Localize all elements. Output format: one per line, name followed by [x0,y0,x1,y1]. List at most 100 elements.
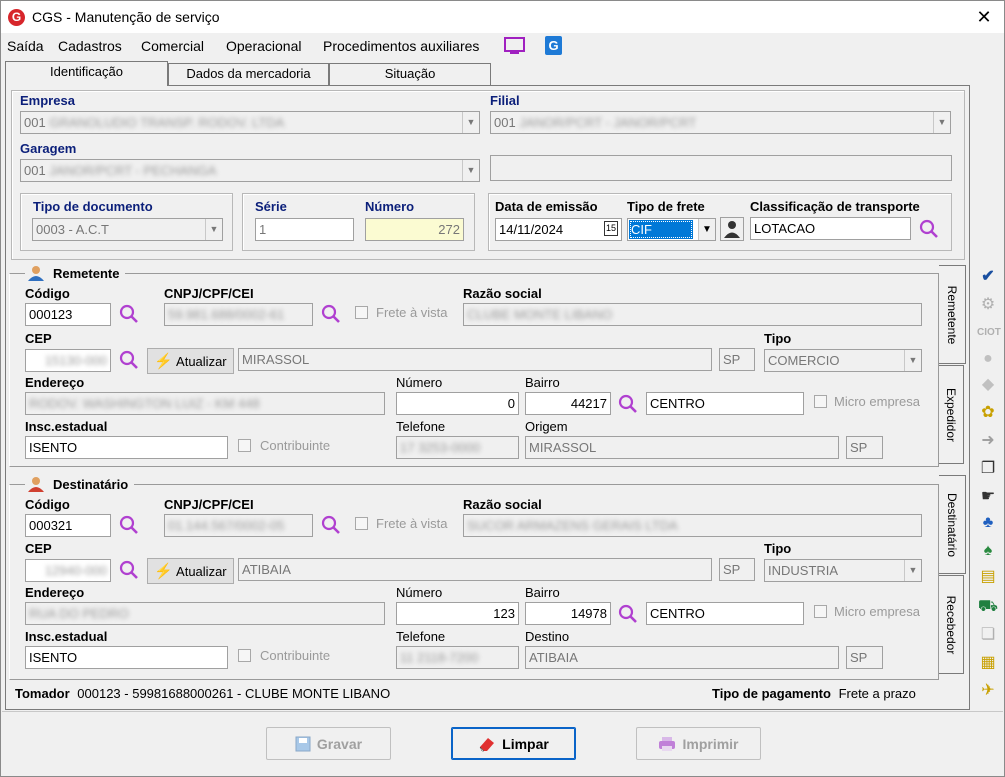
empresa-combo[interactable]: 001 GRANOLUDIO TRANSP. RODOV. LTDA ▼ [20,111,480,134]
menu-operacional[interactable]: Operacional [226,38,302,54]
team-icon[interactable]: ♣ [977,513,999,533]
rem-frete-vista-checkbox[interactable] [355,306,368,319]
rem-codigo-input[interactable]: 000123 [25,303,111,326]
imprimir-button[interactable]: Imprimir [636,727,761,760]
dest-frete-vista-checkbox[interactable] [355,517,368,530]
limpar-button[interactable]: Limpar [451,727,576,760]
ciot-icon[interactable]: CIOT [977,323,1001,343]
search-icon[interactable] [119,304,139,324]
tipo-documento-combo[interactable]: 0003 - A.C.T ▼ [32,218,223,241]
dest-codigo-input[interactable]: 000321 [25,514,111,537]
garagem-value: 001 [24,163,46,178]
calendar-icon[interactable]: 15 [603,221,618,236]
data-emissao-input[interactable]: 14/11/2024 15 [495,218,622,241]
serie-input[interactable]: 1 [255,218,354,241]
search-icon[interactable] [321,515,341,535]
menu-procedimentos[interactable]: Procedimentos auxiliares [323,38,479,54]
search-icon[interactable] [919,219,939,239]
dest-contribuinte-label: Contribuinte [260,648,331,663]
dest-contribuinte-checkbox[interactable] [238,649,251,662]
book-icon[interactable]: ❏ [977,625,999,645]
rem-insc-input[interactable]: ISENTO [25,436,228,459]
tab-dados-mercadoria[interactable]: Dados da mercadoria [168,63,329,85]
rem-endereco-input[interactable]: RODOV. WASHINGTON LUIZ - KM 448 [25,392,385,415]
search-icon[interactable] [618,604,638,624]
rem-micro-empresa-label: Micro empresa [834,394,920,409]
tomador-row: Tomador 000123 - 59981688000261 - CLUBE … [15,686,390,701]
dest-micro-empresa-checkbox[interactable] [814,605,827,618]
rem-micro-empresa-checkbox[interactable] [814,395,827,408]
side-tab-recebedor[interactable]: Recebedor [939,575,964,674]
forward-doc-icon[interactable]: ➜ [977,431,999,451]
dest-numero-input[interactable]: 123 [396,602,519,625]
rem-razao-input[interactable]: CLUBE MONTE LIBANO [463,303,922,326]
person-icon[interactable] [720,217,744,241]
tipo-frete-value: CIF [629,220,693,239]
circle-icon[interactable]: ● [977,349,999,369]
dest-cnpj-input[interactable]: 01.144.567/0002-05 [164,514,313,537]
dest-bairro-code-input[interactable]: 14978 [525,602,611,625]
documents-icon[interactable]: ❐ [977,459,999,479]
hand-point-icon[interactable]: ☛ [977,487,999,507]
delivery-icon[interactable]: ✈ [977,681,999,701]
worker-icon[interactable]: ✿ [977,403,999,423]
rem-atualizar-label: Atualizar [176,353,227,369]
monitor-icon[interactable] [504,37,525,56]
gravar-button[interactable]: Gravar [266,727,391,760]
classificacao-input[interactable]: LOTACAO [750,217,911,240]
people-icon[interactable]: ♠ [977,541,999,561]
tipo-frete-combo[interactable]: CIF ▼ [627,218,716,241]
report-icon[interactable]: ▤ [977,567,999,587]
eraser-icon[interactable]: ◆ [977,375,999,395]
search-icon[interactable] [321,304,341,324]
close-button[interactable]: ✕ [971,5,997,29]
search-icon[interactable] [618,394,638,414]
rem-telefone-input[interactable]: 17 3253-0000 [396,436,519,459]
dest-telefone-label: Telefone [396,629,446,644]
check-icon[interactable]: ✔ [977,267,999,287]
dest-tipo-value: INDUSTRIA [768,563,839,578]
garagem-combo[interactable]: 001 JANOR/PCRT - PECHANGA ▼ [20,159,480,182]
side-tab-expedidor[interactable]: Expedidor [939,365,964,464]
dest-destino-field: ATIBAIA [525,646,839,669]
rem-tipo-combo[interactable]: COMERCIO ▼ [764,349,922,372]
rem-bairro-code-input[interactable]: 44217 [525,392,611,415]
side-tab-remetente[interactable]: Remetente [939,265,966,364]
rem-atualizar-button[interactable]: ⚡ Atualizar [147,348,234,374]
filial-combo[interactable]: 001 JANOR/PCRT - JANOR/PCRT ▼ [490,111,951,134]
menu-saida[interactable]: Saída [7,38,44,54]
gear-icon[interactable]: ⚙ [977,295,999,315]
dest-atualizar-button[interactable]: ⚡ Atualizar [147,558,234,584]
numero-input[interactable]: 272 [365,218,464,241]
tab-identificacao[interactable]: Identificação [5,61,168,86]
search-icon[interactable] [119,560,139,580]
dest-razao-input[interactable]: SUCOR ARMAZENS GERAIS LTDA [463,514,922,537]
dest-endereco-input[interactable]: RUA DO PEDRO [25,602,385,625]
empresa-value: 001 [24,115,46,130]
menu-cadastros[interactable]: Cadastros [58,38,122,54]
data-emissao-label: Data de emissão [495,199,598,214]
rem-cnpj-input[interactable]: 59.981.688/0002-61 [164,303,313,326]
dest-tipo-combo[interactable]: INDUSTRIA ▼ [764,559,922,582]
side-tab-destinatario[interactable]: Destinatário [939,475,966,574]
search-icon[interactable] [119,350,139,370]
rem-numero-input[interactable]: 0 [396,392,519,415]
dest-micro-empresa-label: Micro empresa [834,604,920,619]
remetente-heading: Remetente [25,265,126,281]
dest-cep-label: CEP [25,541,52,556]
search-icon[interactable] [119,515,139,535]
truck-icon[interactable]: ⛟ [977,597,999,617]
rem-cep-input[interactable]: 15130-000 [25,349,111,372]
numero-label: Número [365,199,415,214]
window-title: CGS - Manutenção de serviço [32,9,220,25]
menu-comercial[interactable]: Comercial [141,38,204,54]
rem-contribuinte-checkbox[interactable] [238,439,251,452]
dest-bairro-name-field[interactable]: CENTRO [646,602,804,625]
dest-telefone-input[interactable]: 11 2118-7200 [396,646,519,669]
dest-cep-input[interactable]: 12940-000 [25,559,111,582]
tab-situacao[interactable]: Situação [329,63,491,85]
rem-bairro-name-field[interactable]: CENTRO [646,392,804,415]
g-app-icon[interactable]: G [545,36,562,55]
clipboard-icon[interactable]: ▦ [977,653,999,673]
dest-insc-input[interactable]: ISENTO [25,646,228,669]
